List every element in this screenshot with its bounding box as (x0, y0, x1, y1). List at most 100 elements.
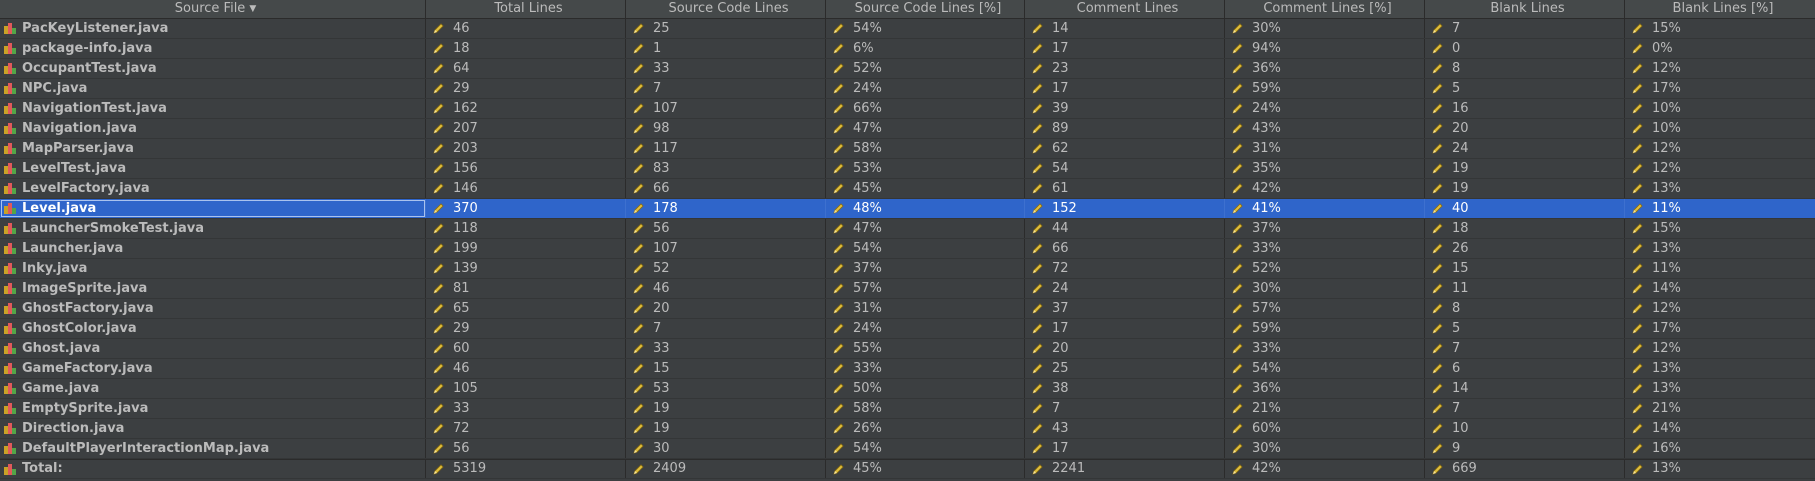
cell-blank-lines-pct[interactable]: 13% (1625, 239, 1815, 258)
cell-source-file[interactable]: Ghost.java (0, 339, 426, 358)
cell-comment-lines[interactable]: 7 (1025, 399, 1225, 418)
cell-comment-lines[interactable]: 72 (1025, 259, 1225, 278)
cell-source-file[interactable]: Launcher.java (0, 239, 426, 258)
cell-comment-lines[interactable]: 17 (1025, 439, 1225, 458)
cell-total-lines[interactable]: 81 (426, 279, 626, 298)
cell-blank-lines[interactable]: 0 (1425, 39, 1625, 58)
cell-comment-lines[interactable]: 44 (1025, 219, 1225, 238)
cell-source-code-lines[interactable]: 117 (626, 139, 826, 158)
cell-source-code-lines-pct[interactable]: 37% (826, 259, 1025, 278)
table-row[interactable]: Inky.java 139 52 37% 72 52% 15 11% (0, 259, 1815, 279)
cell-blank-lines[interactable]: 11 (1425, 279, 1625, 298)
cell-comment-lines-pct[interactable]: 60% (1225, 419, 1425, 438)
cell-source-code-lines[interactable]: 53 (626, 379, 826, 398)
cell-source-file[interactable]: DefaultPlayerInteractionMap.java (0, 439, 426, 458)
cell-source-code-lines-pct[interactable]: 54% (826, 239, 1025, 258)
cell-source-code-lines[interactable]: 20 (626, 299, 826, 318)
cell-blank-lines[interactable]: 10 (1425, 419, 1625, 438)
cell-comment-lines-pct[interactable]: 42% (1225, 460, 1425, 478)
cell-total-lines[interactable]: 118 (426, 219, 626, 238)
cell-total-lines[interactable]: 29 (426, 79, 626, 98)
cell-source-code-lines[interactable]: 178 (626, 199, 826, 218)
cell-blank-lines[interactable]: 40 (1425, 199, 1625, 218)
cell-blank-lines-pct[interactable]: 12% (1625, 159, 1815, 178)
cell-source-file[interactable]: NavigationTest.java (0, 99, 426, 118)
cell-source-code-lines[interactable]: 2409 (626, 460, 826, 478)
cell-blank-lines-pct[interactable]: 15% (1625, 219, 1815, 238)
cell-comment-lines[interactable]: 37 (1025, 299, 1225, 318)
cell-source-file[interactable]: PacKeyListener.java (0, 19, 426, 38)
cell-source-file[interactable]: Total: (0, 460, 426, 478)
cell-blank-lines-pct[interactable]: 13% (1625, 359, 1815, 378)
cell-comment-lines[interactable]: 25 (1025, 359, 1225, 378)
table-row[interactable]: OccupantTest.java 64 33 52% 23 36% 8 12% (0, 59, 1815, 79)
cell-source-code-lines-pct[interactable]: 33% (826, 359, 1025, 378)
cell-source-file[interactable]: Navigation.java (0, 119, 426, 138)
cell-blank-lines-pct[interactable]: 13% (1625, 379, 1815, 398)
cell-comment-lines-pct[interactable]: 35% (1225, 159, 1425, 178)
cell-comment-lines-pct[interactable]: 52% (1225, 259, 1425, 278)
cell-source-code-lines-pct[interactable]: 45% (826, 179, 1025, 198)
cell-source-code-lines[interactable]: 19 (626, 419, 826, 438)
cell-comment-lines-pct[interactable]: 33% (1225, 239, 1425, 258)
cell-comment-lines-pct[interactable]: 36% (1225, 379, 1425, 398)
cell-comment-lines[interactable]: 38 (1025, 379, 1225, 398)
cell-source-code-lines-pct[interactable]: 66% (826, 99, 1025, 118)
cell-comment-lines-pct[interactable]: 94% (1225, 39, 1425, 58)
cell-source-code-lines[interactable]: 25 (626, 19, 826, 38)
cell-blank-lines[interactable]: 18 (1425, 219, 1625, 238)
cell-blank-lines-pct[interactable]: 17% (1625, 319, 1815, 338)
cell-total-lines[interactable]: 203 (426, 139, 626, 158)
table-row[interactable]: NavigationTest.java 162 107 66% 39 24% 16 10% (0, 99, 1815, 119)
cell-blank-lines[interactable]: 19 (1425, 159, 1625, 178)
cell-blank-lines[interactable]: 20 (1425, 119, 1625, 138)
cell-blank-lines-pct[interactable]: 12% (1625, 139, 1815, 158)
cell-comment-lines-pct[interactable]: 54% (1225, 359, 1425, 378)
cell-source-code-lines-pct[interactable]: 24% (826, 319, 1025, 338)
cell-source-code-lines-pct[interactable]: 57% (826, 279, 1025, 298)
cell-comment-lines[interactable]: 152 (1025, 199, 1225, 218)
cell-comment-lines[interactable]: 66 (1025, 239, 1225, 258)
cell-source-file[interactable]: OccupantTest.java (0, 59, 426, 78)
table-row[interactable]: Ghost.java 60 33 55% 20 33% 7 12% (0, 339, 1815, 359)
cell-total-lines[interactable]: 46 (426, 19, 626, 38)
cell-source-code-lines[interactable]: 83 (626, 159, 826, 178)
cell-blank-lines-pct[interactable]: 0% (1625, 39, 1815, 58)
cell-blank-lines[interactable]: 5 (1425, 319, 1625, 338)
cell-total-lines[interactable]: 199 (426, 239, 626, 258)
table-row[interactable]: Level.java 370 178 48% 152 41% 40 11% (0, 199, 1815, 219)
cell-comment-lines-pct[interactable]: 30% (1225, 279, 1425, 298)
table-row[interactable]: Navigation.java 207 98 47% 89 43% 20 10% (0, 119, 1815, 139)
cell-blank-lines-pct[interactable]: 12% (1625, 59, 1815, 78)
cell-source-code-lines[interactable]: 33 (626, 59, 826, 78)
cell-blank-lines-pct[interactable]: 14% (1625, 419, 1815, 438)
cell-total-lines[interactable]: 46 (426, 359, 626, 378)
cell-source-code-lines-pct[interactable]: 45% (826, 460, 1025, 478)
cell-blank-lines[interactable]: 5 (1425, 79, 1625, 98)
table-row[interactable]: LevelFactory.java 146 66 45% 61 42% 19 13% (0, 179, 1815, 199)
cell-source-code-lines[interactable]: 46 (626, 279, 826, 298)
table-row[interactable]: NPC.java 29 7 24% 17 59% 5 17% (0, 79, 1815, 99)
cell-source-file[interactable]: GhostColor.java (0, 319, 426, 338)
table-row[interactable]: GameFactory.java 46 15 33% 25 54% 6 13% (0, 359, 1815, 379)
cell-source-file[interactable]: Level.java (0, 199, 426, 218)
cell-comment-lines-pct[interactable]: 59% (1225, 79, 1425, 98)
cell-comment-lines[interactable]: 61 (1025, 179, 1225, 198)
cell-total-lines[interactable]: 146 (426, 179, 626, 198)
cell-blank-lines[interactable]: 26 (1425, 239, 1625, 258)
table-row[interactable]: GhostColor.java 29 7 24% 17 59% 5 17% (0, 319, 1815, 339)
cell-source-code-lines[interactable]: 7 (626, 79, 826, 98)
cell-comment-lines-pct[interactable]: 59% (1225, 319, 1425, 338)
cell-blank-lines-pct[interactable]: 12% (1625, 299, 1815, 318)
cell-blank-lines[interactable]: 7 (1425, 339, 1625, 358)
cell-source-code-lines-pct[interactable]: 58% (826, 399, 1025, 418)
cell-blank-lines[interactable]: 14 (1425, 379, 1625, 398)
cell-comment-lines-pct[interactable]: 24% (1225, 99, 1425, 118)
cell-comment-lines-pct[interactable]: 43% (1225, 119, 1425, 138)
column-header-source-file[interactable]: Source File ▼ (0, 0, 426, 18)
cell-source-file[interactable]: GhostFactory.java (0, 299, 426, 318)
cell-source-code-lines-pct[interactable]: 31% (826, 299, 1025, 318)
cell-source-file[interactable]: EmptySprite.java (0, 399, 426, 418)
cell-blank-lines[interactable]: 7 (1425, 399, 1625, 418)
cell-total-lines[interactable]: 60 (426, 339, 626, 358)
